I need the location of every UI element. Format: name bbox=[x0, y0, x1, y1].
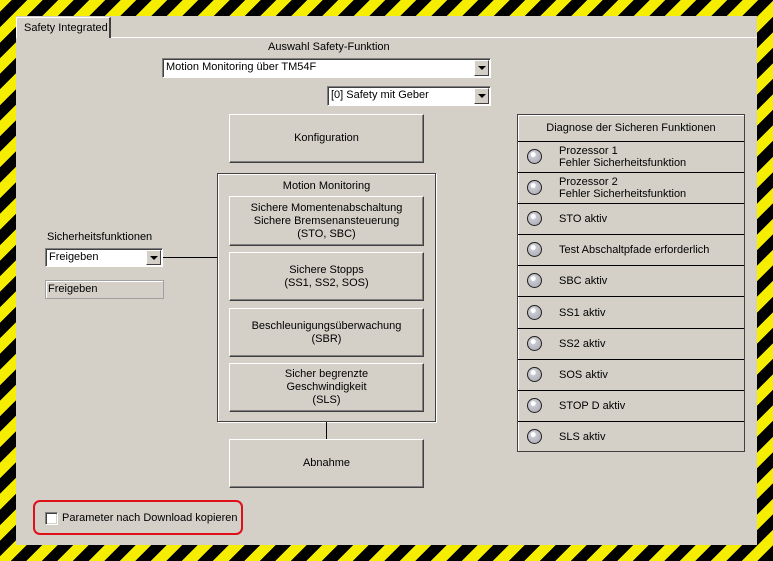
diagnostics-row-label: SBC aktiv bbox=[559, 275, 608, 288]
diagnostics-row-label: SOS aktiv bbox=[559, 368, 608, 381]
safety-function-select-value: Motion Monitoring über TM54F bbox=[166, 61, 317, 73]
safety-functions-status: Freigeben bbox=[45, 280, 164, 299]
safety-function-select[interactable]: Motion Monitoring über TM54F bbox=[162, 58, 491, 78]
safety-functions-label: Sicherheitsfunktionen bbox=[47, 231, 153, 243]
configuration-button[interactable]: Konfiguration bbox=[229, 114, 424, 163]
connector-line bbox=[326, 422, 327, 439]
connector-line bbox=[163, 257, 218, 258]
acceptance-button[interactable]: Abnahme bbox=[229, 439, 424, 488]
configuration-button-label: Konfiguration bbox=[294, 132, 359, 144]
diagnostics-row-label: Prozessor 2 Fehler Sicherheitsfunktion bbox=[559, 176, 687, 201]
tab-safety-integrated[interactable]: Safety Integrated bbox=[16, 17, 111, 38]
safety-functions-select-value: Freigeben bbox=[49, 251, 99, 263]
diagnostics-row-label: STOP D aktiv bbox=[559, 399, 626, 412]
copy-parameters-checkbox[interactable] bbox=[45, 512, 58, 525]
safe-stops-button[interactable]: Sichere Stopps (SS1, SS2, SOS) bbox=[229, 252, 424, 301]
status-led-icon bbox=[527, 242, 542, 258]
diagnostics-row: Prozessor 1 Fehler Sicherheitsfunktion bbox=[518, 142, 744, 174]
diagnostics-row: SS1 aktiv bbox=[518, 297, 744, 329]
acceleration-monitoring-button-label: Beschleunigungsüberwachung (SBR) bbox=[251, 319, 402, 345]
status-led-icon bbox=[527, 366, 542, 382]
safely-limited-speed-button-label: Sicher begrenzte Geschwindigkeit (SLS) bbox=[284, 368, 369, 406]
diagnostics-row-label: Test Abschaltpfade erforderlich bbox=[559, 244, 710, 257]
copy-parameters-label[interactable]: Parameter nach Download kopieren bbox=[62, 512, 238, 524]
safety-functions-select[interactable]: Freigeben bbox=[45, 248, 163, 267]
acceleration-monitoring-button[interactable]: Beschleunigungsüberwachung (SBR) bbox=[229, 308, 424, 357]
diagnostics-table: Diagnose der Sicheren Funktionen Prozess… bbox=[517, 114, 745, 452]
diagnostics-row: STO aktiv bbox=[518, 204, 744, 236]
sto-sbc-button-label: Sichere Momentenabschaltung Sichere Brem… bbox=[250, 201, 403, 240]
status-led-icon bbox=[527, 304, 542, 320]
acceptance-button-label: Abnahme bbox=[302, 457, 351, 469]
function-selection-heading: Auswahl Safety-Funktion bbox=[268, 41, 390, 53]
diagnostics-row: Test Abschaltpfade erforderlich bbox=[518, 235, 744, 267]
status-led-icon bbox=[527, 273, 542, 289]
chevron-down-icon[interactable] bbox=[474, 88, 489, 104]
status-led-icon bbox=[527, 335, 542, 351]
diagnostics-row-label: STO aktiv bbox=[559, 213, 608, 226]
status-led-icon bbox=[527, 149, 542, 165]
safely-limited-speed-button[interactable]: Sicher begrenzte Geschwindigkeit (SLS) bbox=[229, 363, 424, 412]
diagnostics-row: SOS aktiv bbox=[518, 360, 744, 391]
safety-mode-select[interactable]: [0] Safety mit Geber bbox=[327, 86, 491, 106]
status-led-icon bbox=[527, 180, 542, 196]
diagnostics-row-label: SS1 aktiv bbox=[559, 306, 606, 319]
sto-sbc-button[interactable]: Sichere Momentenabschaltung Sichere Brem… bbox=[229, 196, 424, 246]
diagnostics-row-label: Prozessor 1 Fehler Sicherheitsfunktion bbox=[559, 145, 687, 170]
diagnostics-row: STOP D aktiv bbox=[518, 391, 744, 422]
motion-monitoring-title: Motion Monitoring bbox=[282, 180, 371, 192]
diagnostics-row: Prozessor 2 Fehler Sicherheitsfunktion bbox=[518, 173, 744, 205]
status-led-icon bbox=[527, 211, 542, 227]
diagnostics-row: SLS aktiv bbox=[518, 422, 744, 453]
chevron-down-icon[interactable] bbox=[474, 60, 489, 76]
diagnostics-row-label: SLS aktiv bbox=[559, 431, 606, 444]
safe-stops-button-label: Sichere Stopps (SS1, SS2, SOS) bbox=[284, 263, 369, 289]
diagnostics-row-label: SS2 aktiv bbox=[559, 337, 606, 350]
diagnostics-title: Diagnose der Sicheren Funktionen bbox=[518, 115, 744, 142]
chevron-down-icon[interactable] bbox=[146, 250, 161, 265]
status-led-icon bbox=[527, 397, 542, 413]
diagnostics-row: SS2 aktiv bbox=[518, 329, 744, 360]
safety-mode-select-value: [0] Safety mit Geber bbox=[331, 89, 429, 101]
status-led-icon bbox=[527, 429, 542, 445]
diagnostics-row: SBC aktiv bbox=[518, 266, 744, 298]
